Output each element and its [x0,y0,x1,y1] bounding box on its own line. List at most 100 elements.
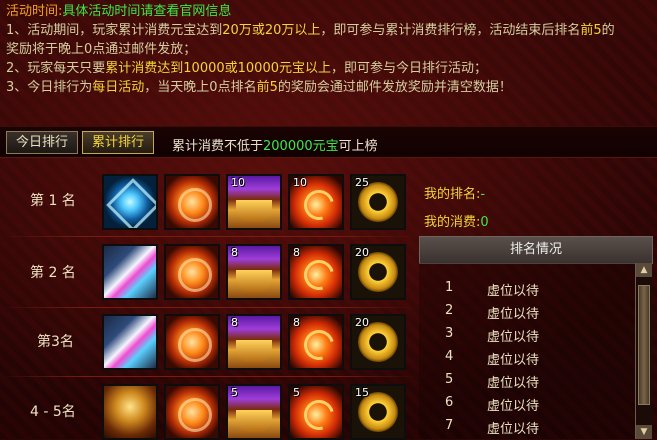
tab-today-ranking[interactable]: 今日排行 [6,131,78,154]
rule-2-part-b: 累计消费达到10000或10000元宝以上 [105,61,331,76]
my-rank-label: 我的排名: [424,187,481,202]
rule-3-part-b: 每日活动 [92,80,145,95]
rule-1-part-a: 1、活动期间，玩家累计消费元宝达到 [6,23,223,38]
general-portrait-icon[interactable] [102,384,158,440]
activity-time-value: 具体活动时间请查看官网信息 [62,4,232,19]
rank-player-name: 虚位以待 [487,376,540,391]
row-divider [0,236,416,237]
rank-player-name: 虚位以待 [487,399,540,414]
item-quantity: 10 [293,176,307,189]
reward-rank-label: 4 - 5名 [30,404,76,420]
reward-rank-label: 第3名 [37,334,74,350]
feather-wing-icon[interactable] [102,314,158,370]
rule-3-part-e: 的奖励会通过邮件发放奖励并清空数据！ [277,80,512,95]
rank-number: 7 [445,418,454,433]
rank-number: 4 [445,349,454,364]
rank-number: 6 [445,395,454,410]
rule-2-part-a: 2、玩家每天只要 [6,61,106,76]
scroll-thumb[interactable] [638,285,650,405]
rule-1-part-e: 的 [601,23,615,38]
qualification-note-c: 可上榜 [338,139,378,154]
list-item: 4 虚位以待 [419,346,635,369]
rule-3-part-c: ，当天晚上0点排名 [144,80,257,95]
my-spend: 我的消费:0 [424,211,489,230]
item-quantity: 5 [231,386,238,399]
qualification-note: 累计消费不低于200000元宝可上榜 [172,135,378,154]
rank-number: 3 [445,326,454,341]
row-divider [0,376,416,377]
item-quantity: 8 [293,316,300,329]
list-item: 1 虚位以待 [419,277,635,300]
rule-3-part-d: 前5 [256,80,278,95]
rule-1-continued: 奖励将于晚上0点通过邮件发放； [6,42,197,57]
row-divider [0,307,416,308]
rule-2-part-c: ，即可参与今日排行活动； [331,61,488,76]
cauldron-icon[interactable]: 10 [226,174,282,230]
gold-ring-icon[interactable]: 20 [350,314,406,370]
fire-rune-icon[interactable] [164,384,220,440]
feather-wing-icon[interactable] [102,244,158,300]
scroll-down-arrow-icon[interactable]: ▼ [636,425,652,439]
item-quantity: 8 [231,246,238,259]
rank-player-name: 虚位以待 [487,353,540,368]
reward-rank-label: 第 1 名 [30,193,76,209]
ranking-panel-header: 排名情况 [419,236,653,264]
item-quantity: 8 [293,246,300,259]
cauldron-icon[interactable]: 5 [226,384,282,440]
qualification-note-a: 累计消费不低于 [172,139,264,154]
my-spend-value: 0 [480,215,489,230]
fire-orb-icon[interactable]: 8 [288,314,344,370]
fire-orb-icon[interactable]: 5 [288,384,344,440]
fire-orb-icon[interactable]: 8 [288,244,344,300]
item-quantity: 10 [231,176,245,189]
item-quantity: 20 [355,316,369,329]
item-quantity: 8 [231,316,238,329]
rank-number: 2 [445,303,454,318]
activity-time-row: 活动时间:具体活动时间请查看官网信息 [6,2,656,21]
my-rank: 我的排名:- [424,183,485,202]
rank-number: 5 [445,372,454,387]
ranking-tab-bar: 今日排行 累计排行 累计消费不低于200000元宝可上榜 [0,126,657,158]
list-item: 5 虚位以待 [419,369,635,392]
activity-info: 活动时间:具体活动时间请查看官网信息 1、活动期间，玩家累计消费元宝达到20万或… [6,2,656,97]
my-spend-label: 我的消费: [424,215,481,230]
rank-player-name: 虚位以待 [487,422,540,437]
list-item: 2 虚位以待 [419,300,635,323]
fire-rune-icon[interactable] [164,174,220,230]
rank-player-name: 虚位以待 [487,330,540,345]
gold-ring-icon[interactable]: 20 [350,244,406,300]
crystal-wing-icon[interactable] [102,174,158,230]
rank-number: 1 [445,280,454,295]
activity-time-label: 活动时间: [6,4,63,19]
item-quantity: 5 [293,386,300,399]
rule-3: 3、今日排行为每日活动，当天晚上0点排名前5的奖励会通过邮件发放奖励并清空数据！ [6,78,656,97]
item-quantity: 20 [355,246,369,259]
ranking-scrollbar[interactable]: ▲ ▼ [635,263,652,439]
item-quantity: 25 [355,176,369,189]
rule-1-part-b: 20万或20万以上 [222,23,321,38]
scroll-up-arrow-icon[interactable]: ▲ [636,263,652,277]
rule-1: 1、活动期间，玩家累计消费元宝达到20万或20万以上，即可参与累计消费排行榜，活… [6,21,656,40]
rule-1-part-c: ，即可参与累计消费排行榜，活动结束后排名 [320,23,581,38]
rule-2: 2、玩家每天只要累计消费达到10000或10000元宝以上，即可参与今日排行活动… [6,59,656,78]
my-rank-value: - [480,187,486,202]
rule-3-part-a: 3、今日排行为 [6,80,93,95]
ranking-list: 1 虚位以待 2 虚位以待 3 虚位以待 4 虚位以待 5 虚位以待 6 虚位以… [419,263,635,439]
fire-rune-icon[interactable] [164,314,220,370]
list-item: 3 虚位以待 [419,323,635,346]
reward-rank-label: 第 2 名 [30,265,76,281]
qualification-threshold: 200000元宝 [263,139,339,154]
list-item: 6 虚位以待 [419,392,635,415]
list-item: 7 虚位以待 [419,415,635,438]
cauldron-icon[interactable]: 8 [226,314,282,370]
gold-ring-icon[interactable]: 25 [350,174,406,230]
rank-player-name: 虚位以待 [487,284,540,299]
rule-1-part-d: 前5 [580,23,602,38]
gold-ring-icon[interactable]: 15 [350,384,406,440]
cauldron-icon[interactable]: 8 [226,244,282,300]
fire-rune-icon[interactable] [164,244,220,300]
item-quantity: 15 [355,386,369,399]
tab-cumulative-ranking[interactable]: 累计排行 [82,131,154,154]
fire-orb-icon[interactable]: 10 [288,174,344,230]
rank-player-name: 虚位以待 [487,307,540,322]
